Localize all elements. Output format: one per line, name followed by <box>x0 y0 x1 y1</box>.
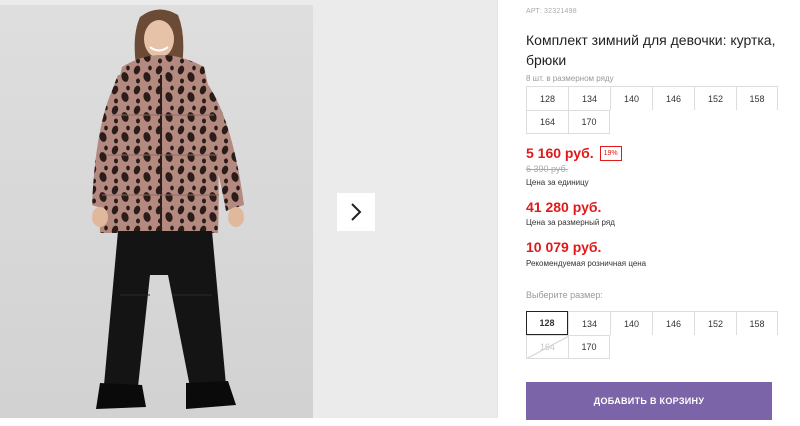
size-selector-grid: 128 134 140 146 152 158 164 170 <box>526 311 778 359</box>
product-title: Комплект зимний для девочки: куртка, брю… <box>526 32 776 68</box>
old-price: 6 390 руб. <box>526 164 569 174</box>
chevron-right-icon <box>351 203 362 221</box>
product-gallery <box>0 0 498 418</box>
pack-size-cell: 164 <box>526 110 568 134</box>
size-option[interactable]: 140 <box>610 311 652 335</box>
product-photo[interactable] <box>0 5 313 418</box>
unit-price-row: 5 160 руб. 19% <box>526 145 622 161</box>
pack-size-grid: 128 134 140 146 152 158 164 170 <box>526 86 778 134</box>
article-value: 32321498 <box>544 8 577 15</box>
unit-price: 5 160 руб. <box>526 145 594 161</box>
pack-size-cell: 152 <box>694 86 736 110</box>
pack-size-cell: 140 <box>610 86 652 110</box>
discount-badge: 19% <box>599 145 622 161</box>
size-option[interactable]: 146 <box>652 311 694 335</box>
size-option[interactable]: 152 <box>694 311 736 335</box>
size-option[interactable]: 134 <box>568 311 610 335</box>
rrp-caption: Рекомендуемая розничная цена <box>526 259 647 268</box>
article-number: АРТ: 32321498 <box>526 8 577 15</box>
pack-price-caption: Цена за размерный ряд <box>526 218 615 227</box>
next-image-button[interactable] <box>337 193 375 231</box>
size-option[interactable]: 170 <box>568 335 610 359</box>
rrp-price: 10 079 руб. <box>526 239 602 255</box>
size-selector-label: Выберите размер: <box>526 290 603 300</box>
article-label: АРТ: <box>526 8 543 15</box>
pack-size-caption: 8 шт. в размерном ряду <box>526 74 614 83</box>
pack-size-cell: 128 <box>526 86 568 110</box>
add-to-cart-button[interactable]: ДОБАВИТЬ В КОРЗИНУ <box>526 382 772 420</box>
size-option[interactable]: 158 <box>736 311 778 335</box>
pack-size-cell: 134 <box>568 86 610 110</box>
pack-size-cell: 158 <box>736 86 778 110</box>
pack-size-cell: 146 <box>652 86 694 110</box>
size-option-unavailable: 164 <box>526 335 568 359</box>
unit-price-caption: Цена за единицу <box>526 178 589 187</box>
size-option-selected[interactable]: 128 <box>526 311 568 335</box>
pack-size-cell: 170 <box>568 110 610 134</box>
pack-price: 41 280 руб. <box>526 199 602 215</box>
